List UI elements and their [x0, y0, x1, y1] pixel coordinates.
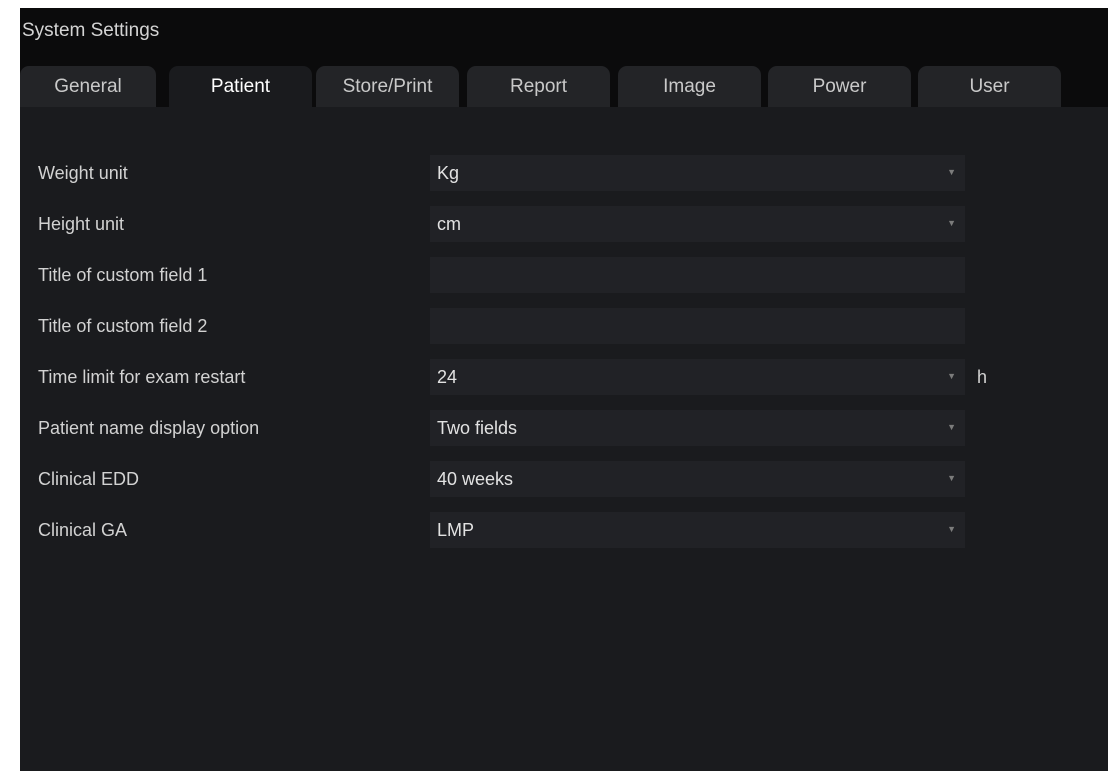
patient-name-display-label: Patient name display option: [38, 418, 260, 438]
clinical-ga-label: Clinical GA: [38, 520, 128, 540]
setting-row-clinical-edd: Clinical EDD 40 weeks ▼: [20, 461, 1020, 497]
clinical-edd-label: Clinical EDD: [38, 469, 140, 489]
tab-image[interactable]: Image: [618, 66, 761, 107]
tab-power[interactable]: Power: [768, 66, 911, 107]
clinical-ga-dropdown[interactable]: LMP ▼: [430, 512, 965, 548]
weight-unit-dropdown[interactable]: Kg ▼: [430, 155, 965, 191]
chevron-down-icon: ▼: [947, 473, 956, 483]
tab-general[interactable]: General: [20, 66, 156, 107]
setting-row-patient-name-display: Patient name display option Two fields ▼: [20, 410, 1020, 446]
custom-field-1-input[interactable]: [430, 257, 965, 293]
system-settings-window: System Settings General Patient Store/Pr…: [20, 8, 1108, 771]
setting-row-height-unit: Height unit cm ▼: [20, 206, 1020, 242]
height-unit-value: cm: [437, 214, 461, 234]
setting-row-custom-field-1: Title of custom field 1: [20, 257, 1020, 293]
tab-patient[interactable]: Patient: [169, 66, 312, 107]
exam-restart-limit-value: 24: [437, 367, 458, 387]
setting-row-clinical-ga: Clinical GA LMP ▼: [20, 512, 1020, 548]
setting-row-weight-unit: Weight unit Kg ▼: [20, 155, 1020, 191]
exam-restart-limit-label: Time limit for exam restart: [38, 367, 246, 387]
window-title: System Settings: [22, 20, 160, 41]
patient-name-display-value: Two fields: [437, 418, 518, 438]
setting-row-custom-field-2: Title of custom field 2: [20, 308, 1020, 344]
hours-unit-label: h: [977, 367, 988, 387]
patient-settings-panel: Weight unit Kg ▼ Height unit cm ▼ Title …: [20, 107, 1108, 771]
height-unit-label: Height unit: [38, 214, 125, 234]
exam-restart-limit-dropdown[interactable]: 24 ▼: [430, 359, 965, 395]
chevron-down-icon: ▼: [947, 371, 956, 381]
tab-report[interactable]: Report: [467, 66, 610, 107]
weight-unit-label: Weight unit: [38, 163, 128, 183]
custom-field-2-input[interactable]: [430, 308, 965, 344]
chevron-down-icon: ▼: [947, 524, 956, 534]
clinical-edd-dropdown[interactable]: 40 weeks ▼: [430, 461, 965, 497]
patient-name-display-dropdown[interactable]: Two fields ▼: [430, 410, 965, 446]
chevron-down-icon: ▼: [947, 422, 956, 432]
tab-store-print[interactable]: Store/Print: [316, 66, 459, 107]
custom-field-2-label: Title of custom field 2: [38, 316, 208, 336]
height-unit-dropdown[interactable]: cm ▼: [430, 206, 965, 242]
custom-field-1-label: Title of custom field 1: [38, 265, 208, 285]
clinical-edd-value: 40 weeks: [437, 469, 514, 489]
tab-user[interactable]: User: [918, 66, 1061, 107]
weight-unit-value: Kg: [437, 163, 460, 183]
clinical-ga-value: LMP: [437, 520, 475, 540]
chevron-down-icon: ▼: [947, 218, 956, 228]
setting-row-exam-restart-limit: Time limit for exam restart 24 ▼ h: [20, 359, 1020, 395]
chevron-down-icon: ▼: [947, 167, 956, 177]
